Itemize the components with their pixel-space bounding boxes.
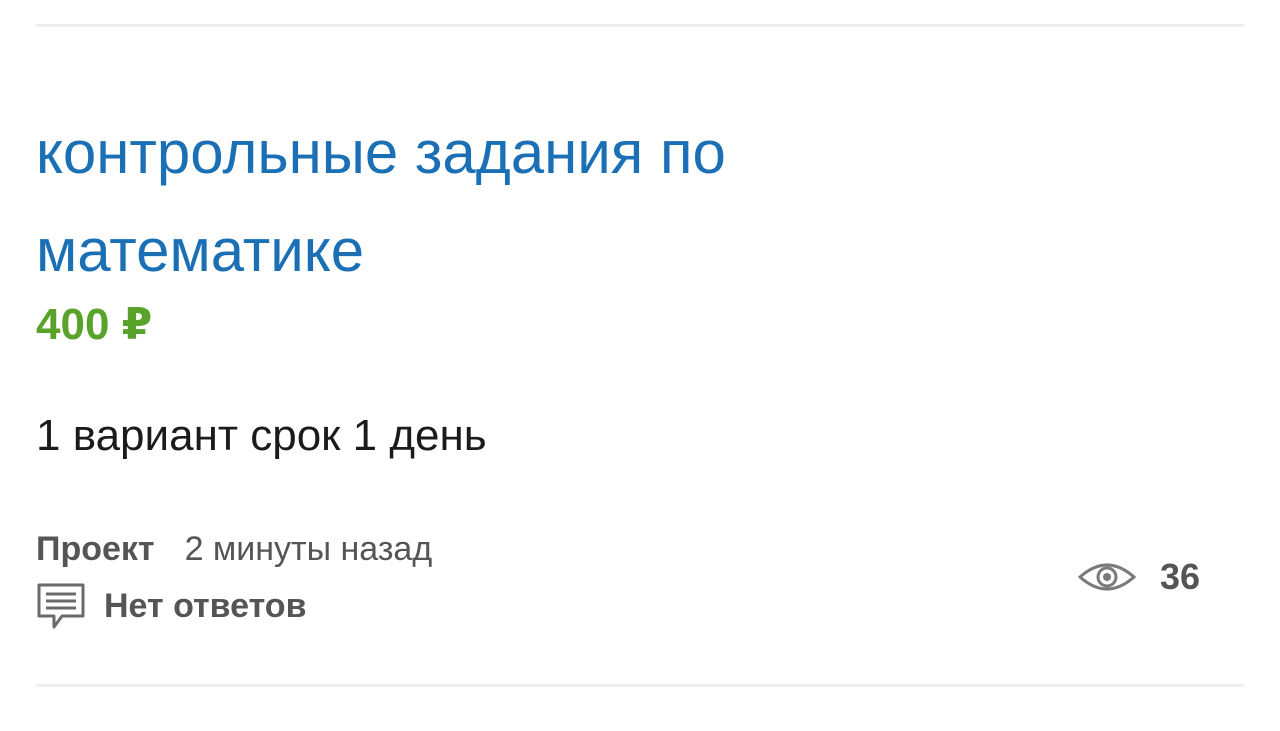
project-meta: Проект 2 минуты назад — [36, 528, 432, 570]
bottom-divider — [36, 684, 1244, 687]
project-price: 400 ₽ — [36, 300, 153, 349]
answers-label: Нет ответов — [104, 587, 307, 625]
views-count: 36 — [1160, 556, 1201, 597]
project-description: 1 вариант срок 1 день — [36, 411, 487, 460]
project-title-link[interactable]: контрольные задания по математике — [36, 104, 1016, 300]
eye-icon — [1077, 559, 1137, 595]
top-divider — [36, 24, 1244, 27]
project-type-label: Проект — [36, 530, 155, 568]
views-counter: 36 — [1077, 552, 1201, 602]
comment-icon — [36, 582, 86, 630]
answers-status: Нет ответов — [36, 582, 306, 630]
posted-time: 2 минуты назад — [184, 530, 433, 568]
project-card-page: контрольные задания по математике 400 ₽ … — [0, 0, 1280, 731]
